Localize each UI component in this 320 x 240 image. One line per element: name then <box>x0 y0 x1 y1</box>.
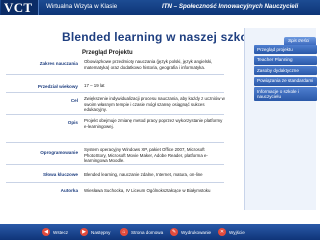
sidebar-item-label: Przegląd projektu <box>257 46 293 52</box>
row-value-keywords: Blended learning, nauczanie zdalne, Inte… <box>84 172 203 177</box>
row-value-description: Projekt obejmuje zmianę metod pracy popr… <box>84 118 223 129</box>
divider <box>6 114 224 115</box>
sidebar-item-school-info[interactable]: Informacje o szkole i nauczycielu <box>254 87 317 101</box>
sidebar-item-label: Powiązania ze standardami <box>257 78 314 84</box>
row-label-age: Przedział wiekowy <box>37 84 78 89</box>
divider <box>6 182 224 183</box>
divider <box>6 142 224 143</box>
section-title: Przegląd Projektu <box>82 50 133 56</box>
sidebar-item-project-overview[interactable]: Przegląd projektu <box>254 45 317 54</box>
home-icon: ⌂ <box>120 228 128 236</box>
next-arrow-icon: ▶ <box>80 228 88 236</box>
row-label-software: Oprogramowanie <box>40 150 78 155</box>
print-icon: ✎ <box>170 228 178 236</box>
sidebar-tab: Spis treści <box>284 37 316 45</box>
back-arrow-icon: ◀ <box>42 228 50 236</box>
row-label-goal: Cel <box>70 98 78 103</box>
sidebar-item-standards[interactable]: Powiązania ze standardami <box>254 76 317 86</box>
logo: VCT <box>1 0 39 15</box>
sidebar-item-label: Zasoby dydaktyczne <box>257 67 299 73</box>
row-value-age: 17 – 19 lat <box>84 83 105 88</box>
row-label-scope: Zakres nauczania <box>39 61 78 66</box>
exit-label: Wyjście <box>229 229 245 235</box>
home-label: Strona domowa <box>131 229 164 235</box>
sidebar-item-resources[interactable]: Zasoby dydaktyczne <box>254 66 317 75</box>
header-title: ITN – Społeczność Innowacyjnych Nauczyci… <box>162 3 299 10</box>
exit-icon: ✕ <box>218 228 226 236</box>
sidebar-menu: Przegląd projektu Teacher Planning Zasob… <box>254 45 317 103</box>
page-title: Blended learning w naszej szkole <box>62 30 259 44</box>
row-value-scope: Obowiązkowe przedmioty nauczania (język … <box>84 59 213 70</box>
footer-bar: ◀ Wstecz ▶ Następny ⌂ Strona domowa ✎ Wy… <box>0 224 320 240</box>
row-value-author: Wiesława Suchocka, IV Liceum Ogólnokszta… <box>84 188 211 193</box>
divider <box>6 74 224 75</box>
row-value-goal: Zwiększenie indywidualizacji procesu nau… <box>84 96 225 113</box>
sidebar-item-label: Teacher Planning <box>257 57 293 63</box>
next-label: Następny <box>91 229 111 235</box>
print-label: Wydrukowanie <box>181 229 212 235</box>
sidebar-item-teacher-planning[interactable]: Teacher Planning <box>254 55 317 65</box>
back-label: Wstecz <box>53 229 69 235</box>
row-label-description: Opis <box>67 120 78 125</box>
row-value-software: System operacyjny Windows XP, pakiet Off… <box>84 147 208 164</box>
row-label-keywords: Słowa kluczowe <box>43 172 78 177</box>
sidebar-tab-label: Spis treści <box>288 38 310 43</box>
site-subtitle: Wirtualna Wizyta w Klasie <box>46 3 118 10</box>
logo-text: VCT <box>4 0 33 15</box>
row-label-author: Autorka <box>60 188 78 193</box>
sidebar-item-label: Informacje o szkole i nauczycielu <box>257 88 299 100</box>
divider <box>6 92 224 93</box>
divider <box>6 164 224 165</box>
header-bar: VCT Wirtualna Wizyta w Klasie ITN – Społ… <box>0 0 320 15</box>
